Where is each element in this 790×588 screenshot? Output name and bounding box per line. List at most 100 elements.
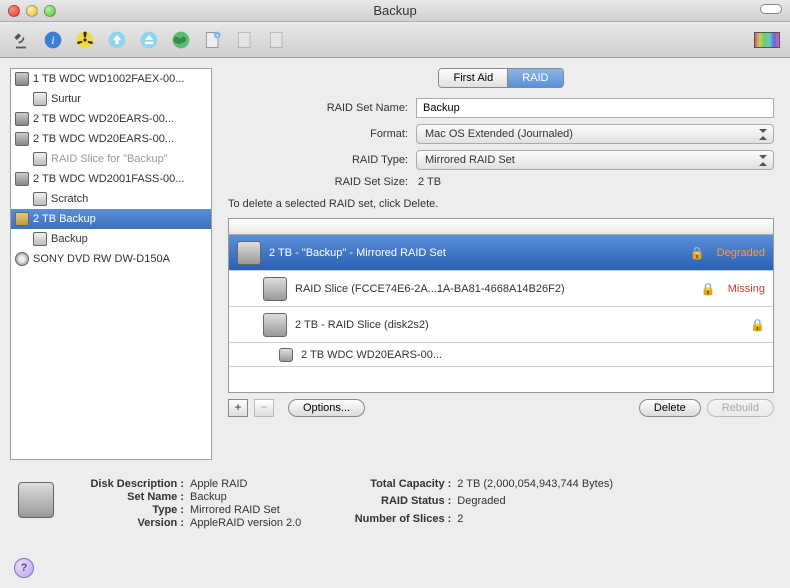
sidebar-item[interactable]: 2 TB Backup bbox=[11, 209, 211, 229]
set-name-label: RAID Set Name: bbox=[228, 102, 408, 114]
footer-value: Backup bbox=[190, 491, 301, 503]
options-button[interactable]: Options... bbox=[288, 399, 365, 417]
instruction-text: To delete a selected RAID set, click Del… bbox=[222, 188, 780, 218]
sidebar-item[interactable]: 2 TB WDC WD2001FASS-00... bbox=[11, 169, 211, 189]
footer-value: Apple RAID bbox=[190, 478, 301, 490]
sidebar-item[interactable]: RAID Slice for "Backup" bbox=[11, 149, 211, 169]
titlebar: Backup bbox=[0, 0, 790, 22]
slice-label: 2 TB WDC WD20EARS-00... bbox=[301, 349, 442, 361]
hard-disk-icon bbox=[15, 112, 29, 126]
sidebar-item[interactable]: Backup bbox=[11, 229, 211, 249]
footer-value: 2 TB (2,000,054,943,744 Bytes) bbox=[457, 478, 613, 494]
svg-text:+: + bbox=[215, 32, 219, 39]
footer-value: AppleRAID version 2.0 bbox=[190, 517, 301, 529]
hard-disk-icon bbox=[15, 132, 29, 146]
hard-disk-icon bbox=[15, 72, 29, 86]
footer-key: Number of Slices : bbox=[341, 513, 451, 529]
footer-key: RAID Status : bbox=[341, 495, 451, 511]
sidebar-item-label: 2 TB Backup bbox=[33, 213, 96, 225]
window-title: Backup bbox=[0, 3, 790, 18]
sidebar-item[interactable]: 1 TB WDC WD1002FAEX-00... bbox=[11, 69, 211, 89]
log-icon[interactable] bbox=[754, 32, 780, 48]
svg-text:i: i bbox=[51, 34, 54, 47]
mount-icon[interactable] bbox=[106, 29, 128, 51]
delete-button[interactable]: Delete bbox=[639, 399, 701, 417]
slice-label: RAID Slice (FCCE74E6-2A...1A-BA81-4668A1… bbox=[295, 283, 565, 295]
raid-size-label: RAID Set Size: bbox=[228, 176, 408, 188]
set-name-input[interactable] bbox=[416, 98, 774, 118]
footer-right: Total Capacity : 2 TB (2,000,054,943,744 … bbox=[341, 478, 613, 529]
add-button[interactable]: + bbox=[228, 399, 248, 417]
raid-form: RAID Set Name: Format: Mac OS Extended (… bbox=[222, 98, 780, 188]
sidebar-item[interactable]: Surtur bbox=[11, 89, 211, 109]
globe-icon[interactable] bbox=[170, 29, 192, 51]
sidebar-item-label: Scratch bbox=[51, 193, 88, 205]
format-label: Format: bbox=[228, 128, 408, 140]
new-image-icon[interactable]: + bbox=[202, 29, 224, 51]
toolbar: i + bbox=[0, 22, 790, 58]
format-select[interactable]: Mac OS Extended (Journaled) bbox=[416, 124, 774, 144]
sidebar-item-label: Surtur bbox=[51, 93, 81, 105]
disk-icon bbox=[237, 241, 261, 265]
sidebar-item[interactable]: SONY DVD RW DW-D150A bbox=[11, 249, 211, 269]
volume-icon bbox=[33, 92, 47, 106]
slice-status: Missing bbox=[728, 283, 765, 295]
slice-row[interactable]: 2 TB WDC WD20EARS-00... bbox=[229, 343, 773, 367]
sidebar-item-label: 1 TB WDC WD1002FAEX-00... bbox=[33, 73, 184, 85]
footer-key: Type : bbox=[74, 504, 184, 516]
sidebar-item[interactable]: 2 TB WDC WD20EARS-00... bbox=[11, 109, 211, 129]
help-button[interactable]: ? bbox=[14, 558, 34, 578]
disk-icon bbox=[18, 482, 54, 518]
raid-type-select[interactable]: Mirrored RAID Set bbox=[416, 150, 774, 170]
slice-row[interactable]: RAID Slice (FCCE74E6-2A...1A-BA81-4668A1… bbox=[229, 271, 773, 307]
microscope-icon[interactable] bbox=[10, 29, 32, 51]
volume-icon bbox=[33, 232, 47, 246]
slice-label: 2 TB - RAID Slice (disk2s2) bbox=[295, 319, 429, 331]
volume-icon bbox=[33, 192, 47, 206]
footer-key: Total Capacity : bbox=[341, 478, 451, 494]
footer-value: Degraded bbox=[457, 495, 613, 511]
convert-icon[interactable] bbox=[234, 29, 256, 51]
toolbar-toggle-pill[interactable] bbox=[760, 4, 782, 14]
volume-icon bbox=[33, 152, 47, 166]
footer-value: Mirrored RAID Set bbox=[190, 504, 301, 516]
disk-icon bbox=[263, 313, 287, 337]
disk-icon bbox=[279, 348, 293, 362]
info-icon[interactable]: i bbox=[42, 29, 64, 51]
sidebar-item[interactable]: Scratch bbox=[11, 189, 211, 209]
slice-status: Degraded bbox=[717, 247, 765, 259]
tab-first-aid[interactable]: First Aid bbox=[439, 69, 507, 87]
slice-row[interactable]: 2 TB - "Backup" - Mirrored RAID Set 🔒 Degr… bbox=[229, 235, 773, 271]
sidebar-item-label: 2 TB WDC WD20EARS-00... bbox=[33, 113, 174, 125]
lock-icon: 🔒 bbox=[690, 246, 705, 260]
footer-key: Version : bbox=[74, 517, 184, 529]
sidebar-item[interactable]: 2 TB WDC WD20EARS-00... bbox=[11, 129, 211, 149]
slice-row[interactable]: 2 TB - RAID Slice (disk2s2) 🔒 bbox=[229, 307, 773, 343]
action-row: + − Options... Delete Rebuild bbox=[222, 393, 780, 423]
sidebar-item-label: 2 TB WDC WD2001FASS-00... bbox=[33, 173, 184, 185]
raid-size-value: 2 TB bbox=[416, 176, 774, 188]
footer-key: Set Name : bbox=[74, 491, 184, 503]
lock-icon: 🔒 bbox=[750, 318, 765, 332]
resize-icon[interactable] bbox=[266, 29, 288, 51]
disk-sidebar[interactable]: 1 TB WDC WD1002FAEX-00... Surtur 2 TB WDC … bbox=[10, 68, 212, 460]
main-panel: First Aid RAID RAID Set Name: Format: Ma… bbox=[222, 68, 780, 460]
tab-row: First Aid RAID bbox=[222, 68, 780, 88]
tab-raid[interactable]: RAID bbox=[507, 69, 562, 87]
slices-list[interactable]: 2 TB - "Backup" - Mirrored RAID Set 🔒 Degr… bbox=[228, 218, 774, 393]
footer: Disk Description : Apple RAID Set Name : Ba… bbox=[0, 470, 790, 537]
remove-button[interactable]: − bbox=[254, 399, 274, 417]
footer-key: Disk Description : bbox=[74, 478, 184, 490]
sidebar-item-label: 2 TB WDC WD20EARS-00... bbox=[33, 133, 174, 145]
sidebar-item-label: Backup bbox=[51, 233, 88, 245]
rebuild-button[interactable]: Rebuild bbox=[707, 399, 774, 417]
eject-icon[interactable] bbox=[138, 29, 160, 51]
sidebar-item-label: SONY DVD RW DW-D150A bbox=[33, 253, 170, 265]
slice-label: 2 TB - "Backup" - Mirrored RAID Set bbox=[269, 247, 446, 259]
burn-icon[interactable] bbox=[74, 29, 96, 51]
slices-header bbox=[229, 219, 773, 235]
disk-icon bbox=[263, 277, 287, 301]
optical-disc-icon bbox=[15, 252, 29, 266]
sidebar-item-label: RAID Slice for "Backup" bbox=[51, 153, 168, 165]
hard-disk-icon bbox=[15, 172, 29, 186]
